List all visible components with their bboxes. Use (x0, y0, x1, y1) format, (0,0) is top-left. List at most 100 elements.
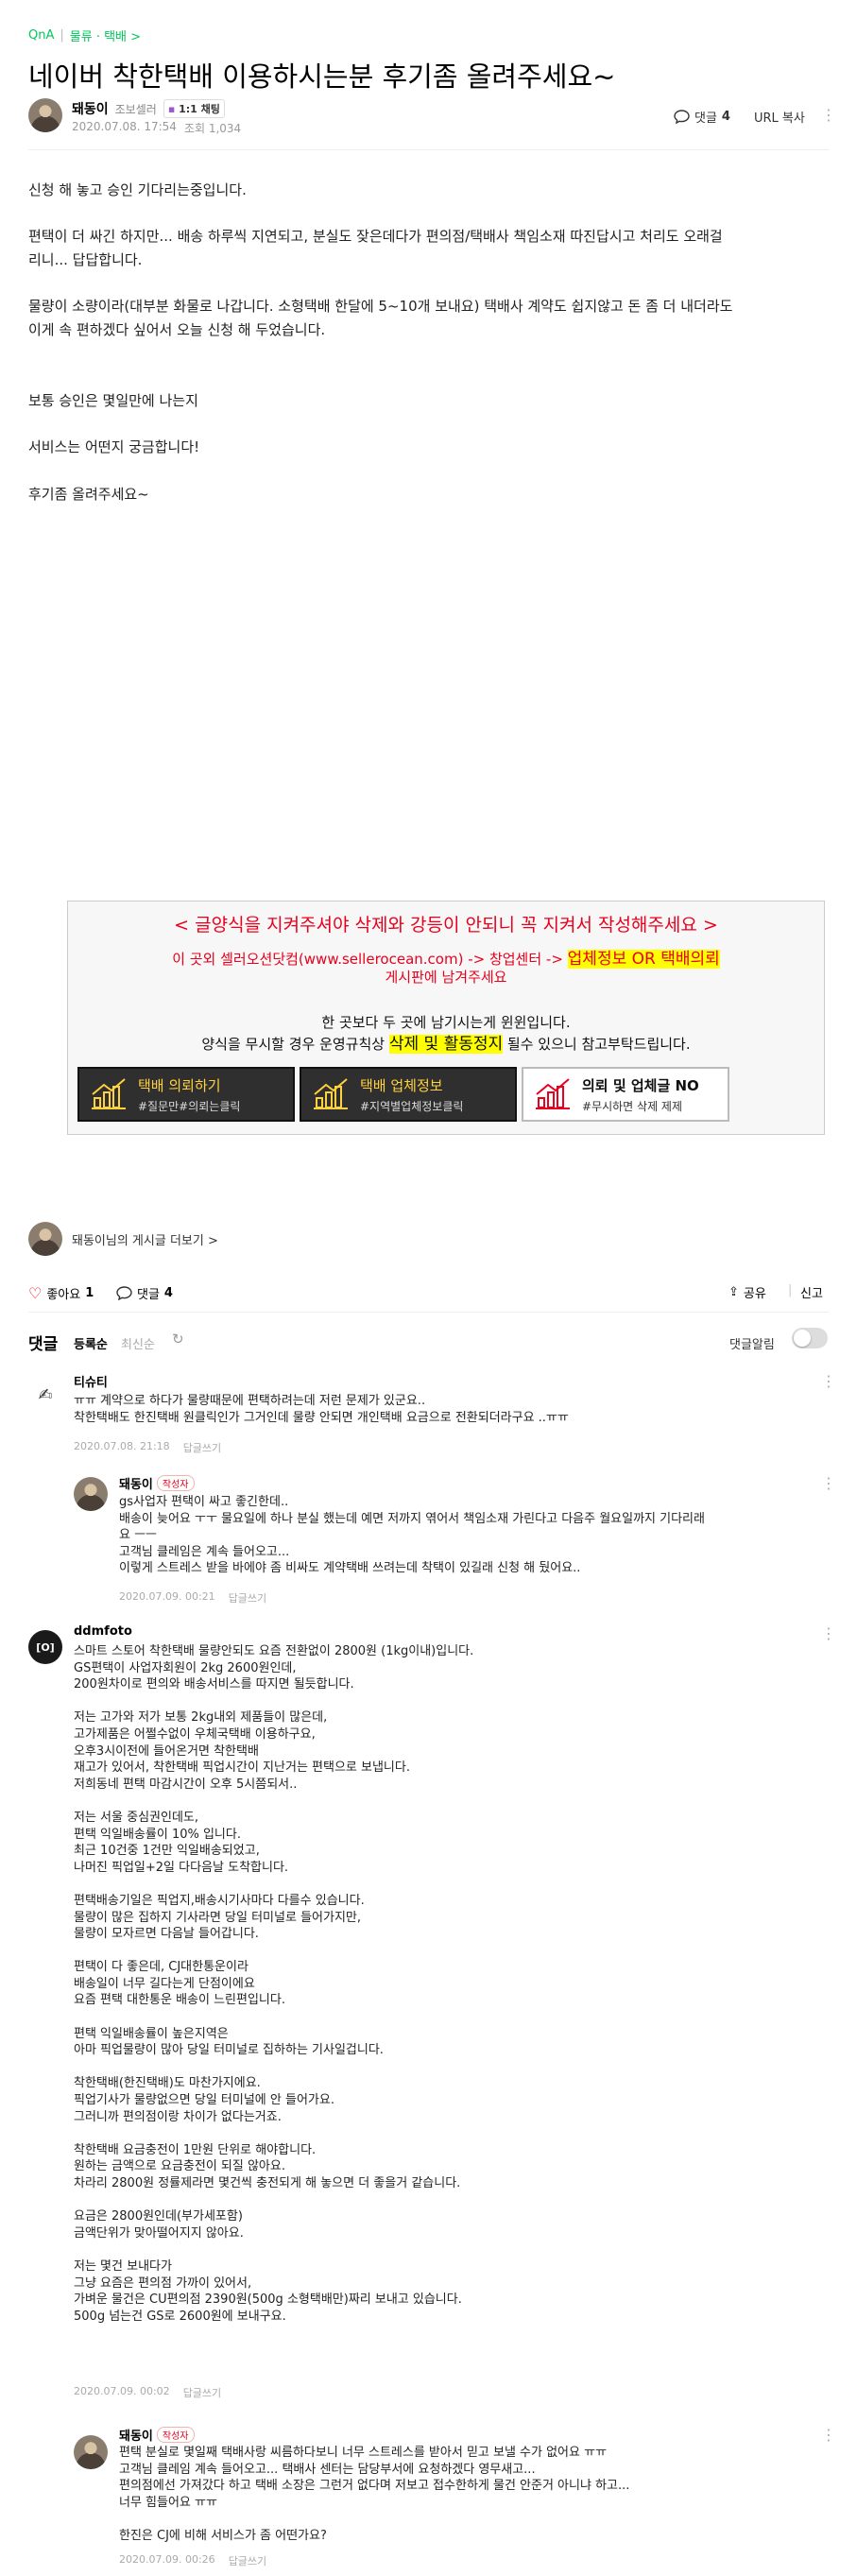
banner-button-title: 택배 업체정보 (360, 1076, 443, 1094)
author-name[interactable]: 돼동이 (72, 99, 109, 118)
banner-button-title: 의뢰 및 업체글 NO (582, 1076, 699, 1094)
comment-author[interactable]: 돼동이 (119, 2426, 153, 2444)
comment-line: 편택이 다 좋은데, CJ대한통운이라 (74, 1960, 249, 1975)
share-button[interactable]: ⇪ 공유 (728, 1283, 766, 1301)
banner-button-sub: #지역별업체정보클릭 (360, 1099, 464, 1113)
banner-instruction-text-2: 게시판에 남겨주세요 (385, 969, 507, 986)
comment-date: 2020.07.09. 00:02 (74, 2385, 170, 2397)
comment-line: 나머진 픽업일+2일 다다음날 도착합니다. (74, 1860, 289, 1875)
banner-no-ads-button[interactable]: 의뢰 및 업체글 NO #무시하면 삭제 제제 (522, 1067, 729, 1122)
comment-author[interactable]: ddmfoto (74, 1624, 132, 1639)
divider (28, 149, 829, 150)
comment-line: 착한택배 요금충전이 1만원 단위로 해야합니다. (74, 2142, 317, 2157)
avatar[interactable] (74, 2435, 108, 2469)
comment-line: 저는 고가와 저가 보통 2kg내외 제품들이 많은데, (74, 1710, 328, 1726)
comment-line: GS편택이 사업자회원이 2kg 2600원인데, (74, 1660, 297, 1675)
banner-company-info-button[interactable]: 택배 업체정보 #지역별업체정보클릭 (300, 1067, 517, 1122)
notice-banner: < 글양식을 지켜주셔야 삭제와 강등이 안되니 꼭 지켜서 작성해주세요 > … (67, 901, 825, 1135)
more-options-icon[interactable]: ⋮ (821, 2426, 836, 2444)
post-body-line: 편택이 더 싸긴 하지만... 배송 하루씩 지연되고, 분실도 잦은데다가 편… (28, 228, 723, 245)
comment-line: ㅠㅠ 계약으로 하다가 물량때문에 편택하려는데 저런 문제가 있군요.. (74, 1394, 426, 1408)
share-label: 공유 (743, 1287, 766, 1301)
comment-line: 착한택배도 한진택배 원클릭인가 그거인데 물량 안되면 개인택배 요금으로 전… (74, 1410, 569, 1425)
writer-badge: 작성자 (156, 1475, 195, 1491)
comment-line: 저는 몇건 보내다가 (74, 2258, 172, 2274)
banner-button-title: 택배 의뢰하기 (138, 1076, 221, 1094)
chart-up-icon (314, 1078, 348, 1109)
comment-line: 고객님 클레임은 계속 들어오고... (119, 1544, 290, 1559)
reply-button[interactable]: 답글쓰기 (183, 1440, 221, 1455)
comment-alarm-toggle[interactable] (792, 1328, 828, 1348)
more-options-icon[interactable]: ⋮ (821, 1624, 836, 1642)
comment-count: 4 (163, 1286, 173, 1300)
chart-up-icon (536, 1078, 570, 1109)
avatar[interactable]: ✍ (28, 1378, 62, 1412)
comment-icon (116, 1286, 132, 1300)
comment-line: 고가제품은 어쩔수없이 우체국택배 이용하구요, (74, 1726, 316, 1742)
breadcrumb-category[interactable]: 물류 · 택배 > (70, 26, 141, 44)
comment-author[interactable]: 돼동이 (119, 1474, 153, 1492)
post-body-line: 서비스는 어떤지 궁금합니다! (28, 438, 200, 455)
comment-line (74, 2241, 473, 2258)
banner-request-button[interactable]: 택배 의뢰하기 #질문만#의뢰는클릭 (77, 1067, 295, 1122)
comment-action-button[interactable]: 댓글 4 (116, 1284, 173, 1302)
like-button[interactable]: ♡ 좋아요 1 (28, 1284, 94, 1302)
post-views: 조회 1,034 (183, 122, 242, 135)
avatar[interactable] (28, 1222, 62, 1256)
banner-button-text: 택배 의뢰하기 #질문만#의뢰는클릭 (138, 1075, 240, 1114)
comment-meta: 2020.07.08. 21:18 답글쓰기 (74, 1440, 221, 1455)
comment-line (74, 2009, 473, 2026)
comment-line (74, 1693, 473, 1710)
comment-line (74, 2059, 473, 2076)
divider (28, 1312, 829, 1313)
comment-line: 그냥 요즘은 편의점 가까이 있어서, (74, 2275, 252, 2291)
post-date: 2020.07.08. 17:54 (72, 120, 177, 133)
comment-line (74, 2125, 473, 2142)
post-body-line: 물량이 소량이라(대부분 화물로 나갑니다. 소형택배 한달에 5~10개 보내… (28, 298, 733, 315)
banner-button-sub: #질문만#의뢰는클릭 (138, 1099, 241, 1113)
comment-text: ㅠㅠ 계약으로 하다가 물량때문에 편택하려는데 저런 문제가 있군요.. 착한… (74, 1393, 569, 1426)
comment-line (74, 2192, 473, 2209)
banner-rules-text-2: 될수 있으니 참고부탁드립니다. (503, 1036, 691, 1053)
comment-line: 스마트 스토어 착한택배 물량안되도 요즘 전환없이 2800원 (1kg이내)… (74, 1644, 474, 1658)
comment-date: 2020.07.08. 21:18 (74, 1440, 170, 1452)
chart-up-icon (92, 1078, 126, 1109)
comment-meta: 2020.07.09. 00:21 답글쓰기 (119, 1590, 266, 1606)
comment-line: 너무 힘들어요 ㅠㅠ (119, 2495, 217, 2510)
banner-button-text: 택배 업체정보 #지역별업체정보클릭 (360, 1075, 463, 1114)
comment-count-link[interactable]: 댓글 4 (674, 108, 730, 126)
reply-button[interactable]: 답글쓰기 (229, 1590, 266, 1606)
post-body-line: 리니... 답답합니다. (28, 251, 143, 268)
sort-registered[interactable]: 등록순 (74, 1334, 108, 1352)
share-icon: ⇪ (728, 1285, 739, 1299)
comment-line: 이렇게 스트레스 받을 바에야 좀 비싸도 계약택배 쓰려는데 착택이 있길래 … (119, 1561, 581, 1576)
reply-button[interactable]: 답글쓰기 (183, 2385, 221, 2400)
refresh-icon[interactable]: ↻ (172, 1331, 184, 1348)
report-button[interactable]: 신고 (800, 1283, 823, 1301)
banner-highlight: 업체정보 OR 택배의뢰 (567, 950, 720, 969)
breadcrumb-board[interactable]: QnA (28, 28, 54, 43)
more-options-icon[interactable]: ⋮ (821, 106, 836, 124)
avatar[interactable] (74, 1477, 108, 1511)
comment-icon (674, 110, 690, 124)
comment-author[interactable]: 티슈티 (74, 1372, 108, 1390)
url-copy-button[interactable]: URL 복사 (754, 108, 805, 126)
reply-button[interactable]: 답글쓰기 (229, 2553, 266, 2568)
chat-icon: ▪ (167, 103, 176, 115)
comment-line: 그러니까 편의점이랑 차이가 없다는거죠. (74, 2109, 282, 2124)
chat-label: 1:1 채팅 (179, 103, 220, 115)
comment-line: 편택 익일배송률이 10% 입니다. (74, 1827, 241, 1842)
comment-date: 2020.07.09. 00:26 (119, 2553, 215, 2566)
avatar[interactable] (28, 98, 62, 132)
comment-date: 2020.07.09. 00:21 (119, 1590, 215, 1603)
avatar[interactable]: [O] (28, 1630, 62, 1664)
comment-line (119, 2511, 629, 2528)
more-posts-link[interactable]: 돼동이님의 게시글 더보기 > (72, 1230, 218, 1248)
comment-line: 배송일이 너무 길다는게 단점이에요 (74, 1976, 255, 1991)
sort-latest[interactable]: 최신순 (121, 1334, 155, 1352)
comment-label: 댓글 (137, 1288, 160, 1302)
more-options-icon[interactable]: ⋮ (821, 1372, 836, 1390)
more-options-icon[interactable]: ⋮ (821, 1474, 836, 1492)
chat-button[interactable]: ▪ 1:1 채팅 (163, 99, 225, 118)
comment-line: 원하는 금액으로 요금충전이 되질 않아요. (74, 2159, 285, 2174)
